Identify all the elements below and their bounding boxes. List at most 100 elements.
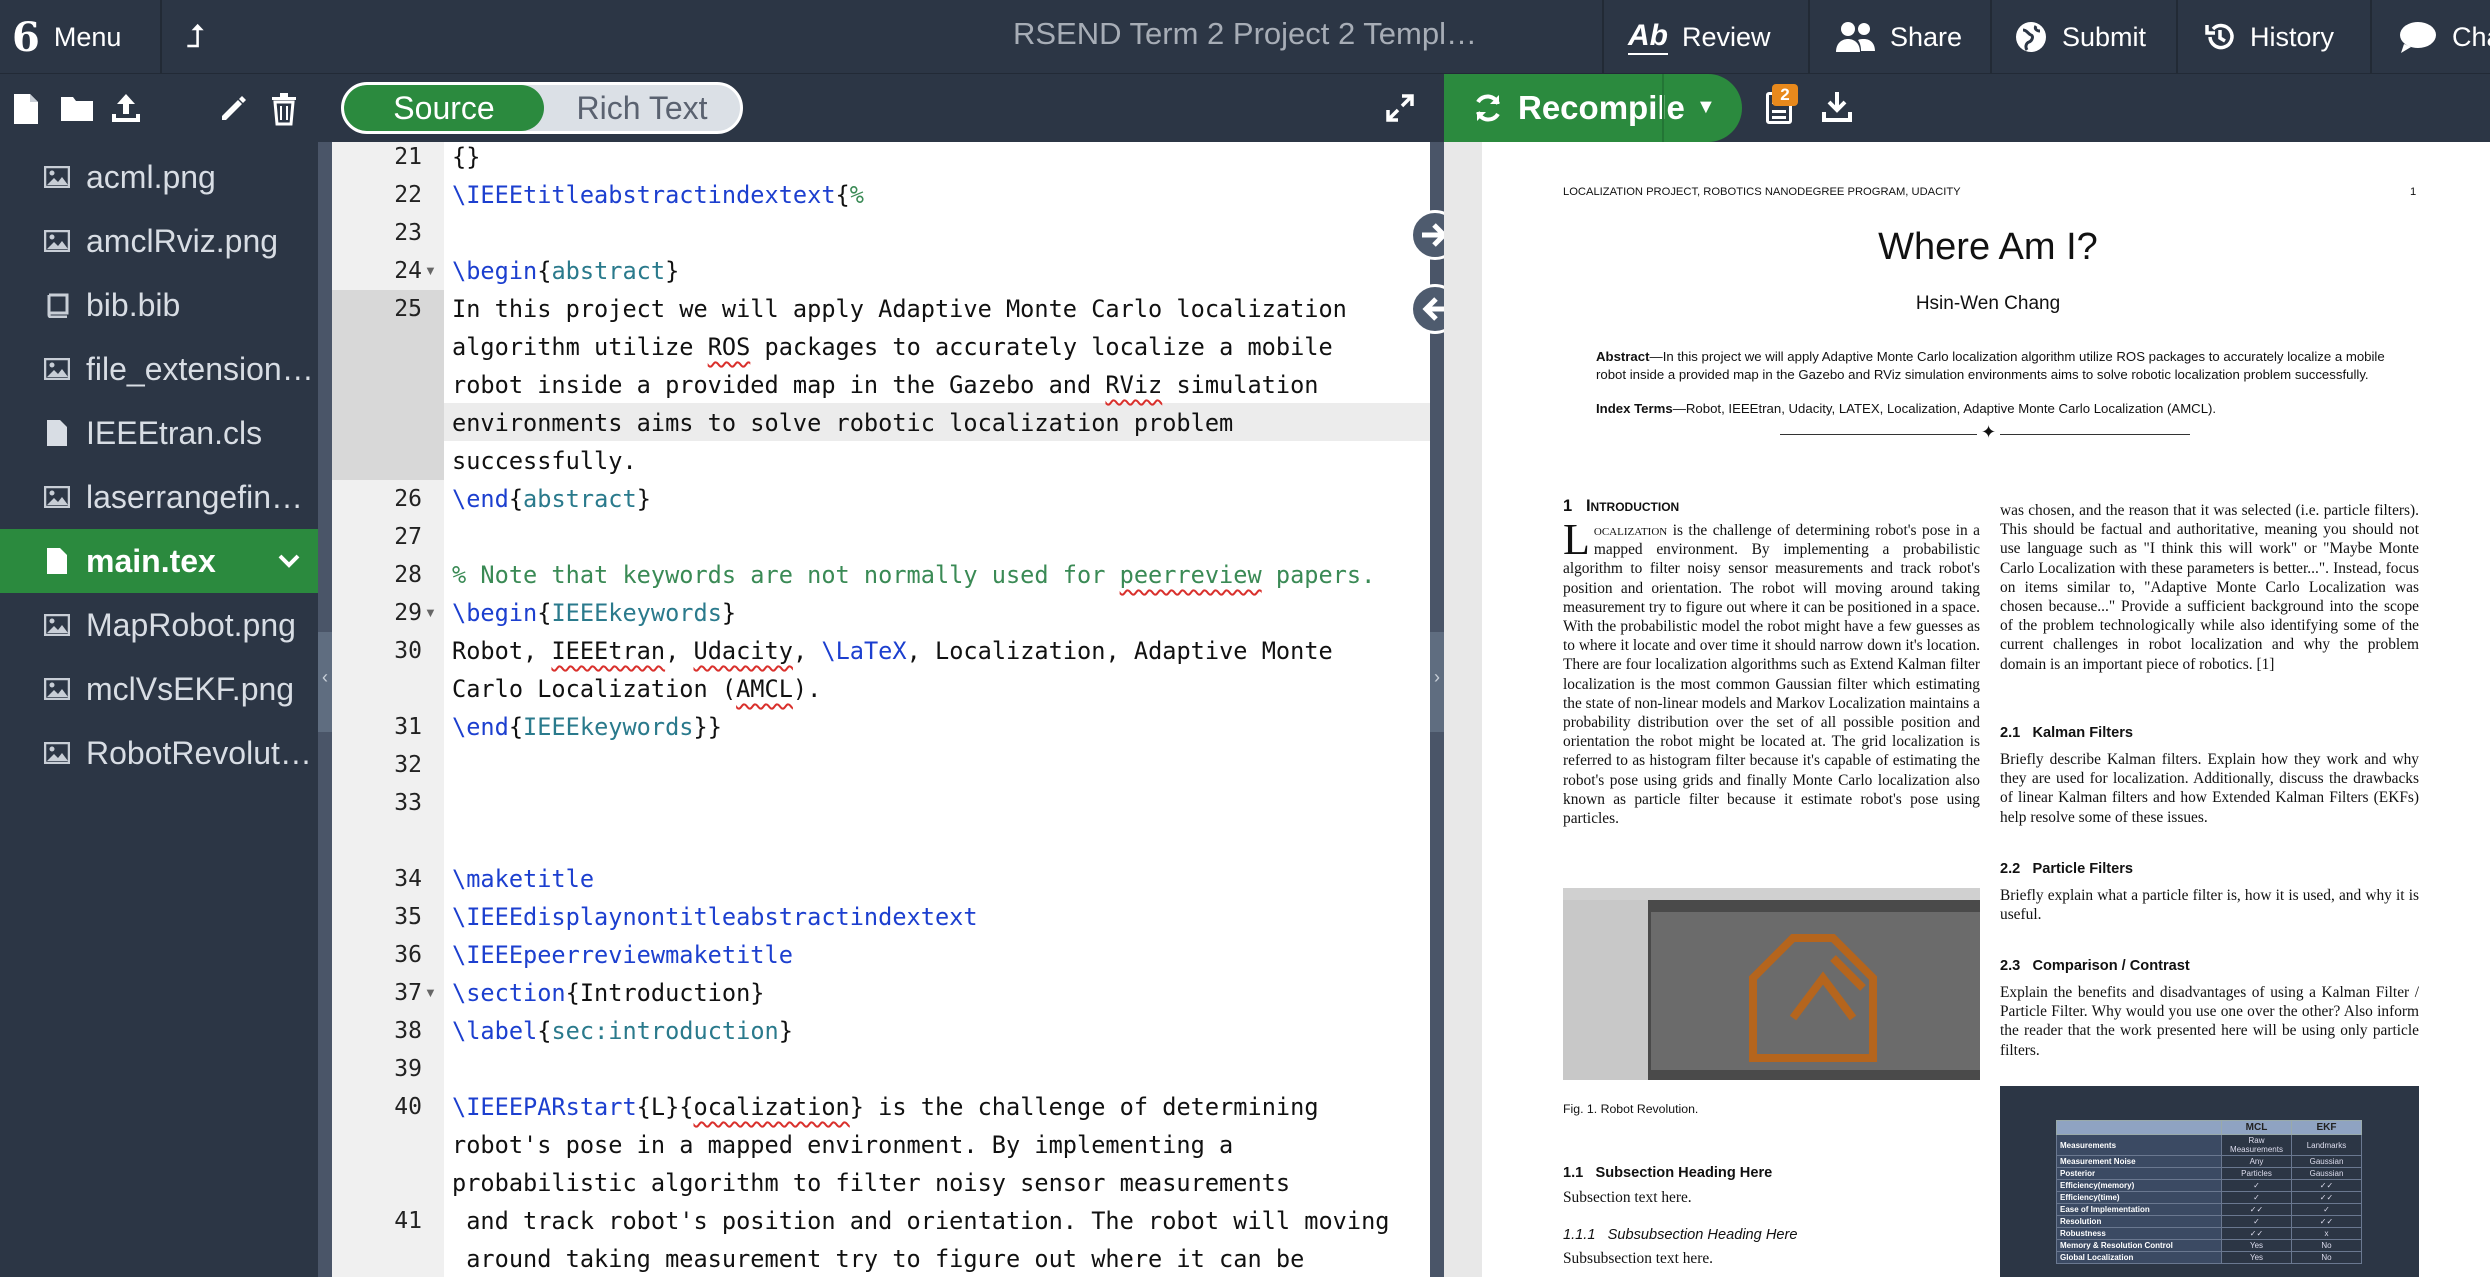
expand-pdf-icon[interactable]: ›	[1434, 667, 1440, 688]
code-token: %	[849, 181, 864, 209]
file-item[interactable]: file_extensions…	[0, 337, 318, 401]
refresh-icon	[1476, 94, 1500, 122]
recompile-options-chevron-icon[interactable]: ▼	[1696, 96, 1716, 119]
table-cell: Gaussian	[2291, 1155, 2362, 1168]
code-token: ,	[665, 637, 694, 665]
line-number: 22	[394, 182, 422, 208]
code-token: IEEEkeywords	[551, 599, 722, 627]
file-item[interactable]: MapRobot.png	[0, 593, 318, 657]
fold-toggle-icon[interactable]: ▼	[424, 252, 438, 290]
file-item[interactable]: main.tex	[0, 529, 318, 593]
table-cell: Yes	[2221, 1239, 2292, 1252]
line-number: 34	[394, 866, 422, 892]
code-line: \maketitle	[452, 860, 594, 898]
table-cell: Ease of Implementation	[2056, 1203, 2222, 1216]
fold-toggle-icon[interactable]: ▼	[424, 594, 438, 632]
line-number: 24	[394, 258, 422, 284]
editor-mode-toggle[interactable]: Source Rich Text	[341, 82, 743, 134]
line-number: 25	[394, 296, 422, 322]
intro-small-caps: ocalization	[1593, 522, 1668, 539]
line-number: 40	[394, 1094, 422, 1120]
globe-icon	[2016, 22, 2046, 52]
code-token: algorithm utilize	[452, 333, 708, 361]
code-line: robot's pose in a mapped environment. By…	[452, 1126, 1233, 1164]
table-row: Global Localization Yes No	[2056, 1251, 2362, 1264]
code-token: robot's pose in a mapped environment. By…	[452, 1131, 1234, 1159]
code-token: successfully.	[452, 447, 637, 475]
code-line: robot inside a provided map in the Gazeb…	[452, 366, 1319, 404]
code-token: environments aims to solve robotic local…	[452, 409, 1234, 437]
table-cell: Raw Measurements	[2221, 1134, 2292, 1156]
share-button[interactable]: Share	[1834, 0, 1962, 74]
table-cell: No	[2291, 1251, 2362, 1264]
abstract-label: Abstract	[1596, 349, 1650, 364]
code-brace: {	[537, 1017, 552, 1045]
code-line: \begin{abstract}	[452, 252, 679, 290]
history-icon	[2205, 23, 2234, 50]
subsection-2-1-title: Kalman Filters	[2032, 725, 2134, 741]
code-token: \IEEEtitleabstractindextext	[452, 181, 836, 209]
file-item[interactable]: RobotRevoluti…	[0, 721, 318, 785]
subsection-1-1-number: 1.1	[1563, 1165, 1584, 1181]
top-bar: 6 Menu ⮥ RSEND Term 2 Project 2 Templ… A…	[0, 0, 2490, 74]
line-number: 33	[394, 790, 422, 816]
history-button[interactable]: History	[2204, 0, 2334, 74]
file-name: amclRviz.png	[86, 222, 279, 259]
submit-button[interactable]: Submit	[2014, 0, 2146, 74]
new-folder-icon[interactable]	[60, 94, 94, 122]
code-token: simulation	[1162, 371, 1319, 399]
table-cell: x	[2291, 1227, 2362, 1240]
sidebar-resizer[interactable]: ‹	[318, 142, 332, 1277]
file-item[interactable]: mclVsEKF.png	[0, 657, 318, 721]
upload-icon[interactable]	[110, 92, 142, 124]
code-line: \label{sec:introduction}	[452, 1012, 793, 1050]
image-file-icon	[42, 611, 72, 639]
table-row: Resolution ✓ ✓✓	[2056, 1215, 2362, 1228]
code-line: around taking measurement try to figure …	[452, 1240, 1304, 1277]
collapse-sidebar-icon[interactable]: ‹	[322, 667, 328, 688]
code-token: \begin	[452, 257, 538, 285]
subsection-1-1-title: Subsection Heading Here	[1595, 1165, 1773, 1181]
submit-label: Submit	[2062, 21, 2147, 52]
file-item[interactable]: laserrangefind…	[0, 465, 318, 529]
recompile-button[interactable]: Recompile ▼	[1444, 74, 1742, 142]
download-pdf-icon[interactable]	[1820, 90, 1854, 124]
file-item[interactable]: acml.png	[0, 145, 318, 209]
table-row: Efficiency(time) ✓ ✓✓	[2056, 1191, 2362, 1204]
subsection-2-3-title: Comparison / Contrast	[2032, 958, 2190, 974]
table-header-cell	[2056, 1120, 2222, 1135]
pdf-subsection-2-3-text: Explain the benefits and disadvantages o…	[2000, 984, 2419, 1059]
abstract-text: —In this project we will apply Adaptive …	[1596, 349, 2385, 382]
new-file-icon[interactable]	[12, 92, 40, 126]
code-token: sec:introduction	[551, 1017, 779, 1045]
line-number: 28	[394, 562, 422, 588]
code-token: In this project we will apply Adaptive M…	[452, 295, 1347, 323]
code-token: probabilistic algorithm to filter noisy …	[452, 1169, 1291, 1197]
file-item[interactable]: amclRviz.png	[0, 209, 318, 273]
fold-toggle-icon[interactable]: ▼	[424, 974, 438, 1012]
history-label: History	[2250, 21, 2335, 52]
file-menu-chevron-icon[interactable]	[278, 548, 300, 574]
expand-editor-icon[interactable]	[1384, 92, 1416, 124]
table-cell: Particles	[2221, 1167, 2292, 1180]
back-to-projects-icon[interactable]: ⮥	[186, 0, 205, 74]
menu-button[interactable]: 6 Menu	[12, 0, 121, 74]
pdf-introduction-paragraph: Localization is the challenge of determi…	[1563, 518, 1980, 828]
delete-icon[interactable]	[270, 92, 298, 126]
file-item[interactable]: bib.bib	[0, 273, 318, 337]
file-name: IEEEtran.cls	[86, 414, 263, 451]
file-item[interactable]: IEEEtran.cls	[0, 401, 318, 465]
code-line: and track robot's position and orientati…	[452, 1202, 1389, 1240]
review-label: Review	[1682, 21, 1771, 52]
rich-text-mode-button[interactable]: Rich Text	[544, 85, 740, 131]
document-title[interactable]: RSEND Term 2 Project 2 Templ…	[1000, 16, 1490, 52]
source-mode-button[interactable]: Source	[344, 85, 544, 131]
pdf-index-terms: Index Terms—Robot, IEEEtran, Udacity, LA…	[1596, 400, 2394, 418]
pdf-subsubsection-heading: 1.1.1 Subsubsection Heading Here	[1563, 1227, 1797, 1243]
file-name: mclVsEKF.png	[86, 670, 295, 707]
review-button[interactable]: Ab Review	[1628, 0, 1771, 74]
line-number: 29	[394, 600, 422, 626]
code-token: \IEEEPARstart	[452, 1093, 637, 1121]
rename-icon[interactable]	[218, 94, 248, 124]
chat-button[interactable]: Cha	[2398, 0, 2490, 74]
